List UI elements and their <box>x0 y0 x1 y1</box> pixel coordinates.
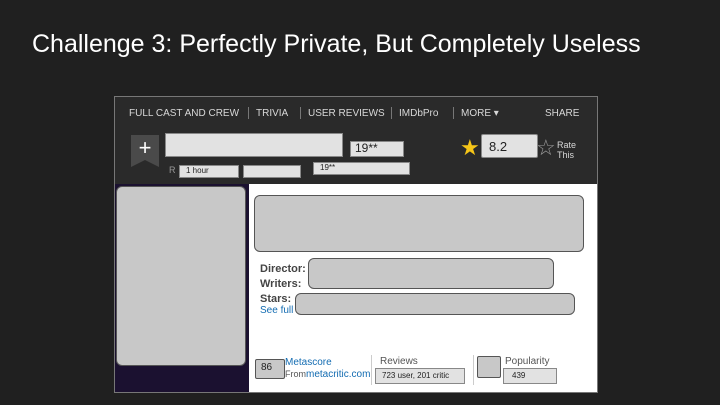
runtime-text: 1 hour <box>186 166 209 175</box>
popularity-label: Popularity <box>505 356 550 367</box>
metascore-box: 86 <box>255 359 285 379</box>
imdb-screenshot: FULL CAST AND CREW TRIVIA USER REVIEWS I… <box>114 96 598 393</box>
stars-label: Stars: <box>260 293 292 305</box>
year-box: 19** <box>350 141 404 157</box>
nav-separator <box>453 107 454 119</box>
redacted-summary <box>254 195 584 252</box>
rate-star-icon[interactable]: ☆ <box>536 137 556 159</box>
redacted-title <box>165 133 343 157</box>
nav-item-full-cast[interactable]: FULL CAST AND CREW <box>129 108 239 119</box>
nav-item-imdbpro[interactable]: IMDbPro <box>399 108 438 119</box>
title-header: + 19** R 1 hour 19** 8.2 <box>115 129 597 184</box>
redacted-stars <box>295 293 575 315</box>
footer-separator <box>371 355 372 385</box>
runtime-box: 1 hour <box>179 165 239 178</box>
add-watchlist-icon[interactable]: + <box>131 135 159 167</box>
year-text: 19** <box>355 141 378 155</box>
nav-item-more[interactable]: MORE ▾ <box>461 108 499 119</box>
reviews-label: Reviews <box>380 356 418 367</box>
popularity-value: 439 <box>512 371 526 380</box>
redacted-popularity-icon <box>477 356 501 378</box>
redacted-director-writers <box>308 258 554 289</box>
rate-line-1: Rate <box>557 140 577 150</box>
slide-title: Challenge 3: Perfectly Private, But Comp… <box>32 30 641 58</box>
nav-separator <box>248 107 249 119</box>
metacritic-link[interactable]: metacritic.com <box>306 369 370 380</box>
metascore-value: 86 <box>261 362 273 373</box>
rate-this-button[interactable]: Rate This <box>557 140 576 160</box>
from-text: From <box>285 369 306 379</box>
star-icon: ★ <box>460 135 480 160</box>
release-text: 19** <box>320 163 336 172</box>
reviews-text: 723 user, 201 critic <box>382 371 450 380</box>
top-nav: FULL CAST AND CREW TRIVIA USER REVIEWS I… <box>115 97 597 129</box>
see-full-link[interactable]: See full <box>260 305 293 316</box>
nav-item-trivia[interactable]: TRIVIA <box>256 108 288 119</box>
rating-box: 8.2 <box>481 134 538 158</box>
footer-separator <box>473 355 474 385</box>
director-label: Director: <box>260 263 306 275</box>
popularity-box: 439 <box>503 368 557 384</box>
metascore-label[interactable]: Metascore <box>285 357 332 368</box>
genre-box <box>243 165 301 178</box>
reviews-box[interactable]: 723 user, 201 critic <box>375 368 465 384</box>
writers-label: Writers: <box>260 278 302 290</box>
share-button[interactable]: SHARE <box>545 108 579 119</box>
redacted-poster <box>116 186 246 366</box>
rate-line-2: This <box>557 150 575 160</box>
rating-value: 8.2 <box>489 139 508 154</box>
nav-separator <box>300 107 301 119</box>
release-box: 19** <box>313 162 410 175</box>
rating-letter: R <box>169 165 176 175</box>
nav-separator <box>391 107 392 119</box>
nav-item-user-reviews[interactable]: USER REVIEWS <box>308 108 385 119</box>
